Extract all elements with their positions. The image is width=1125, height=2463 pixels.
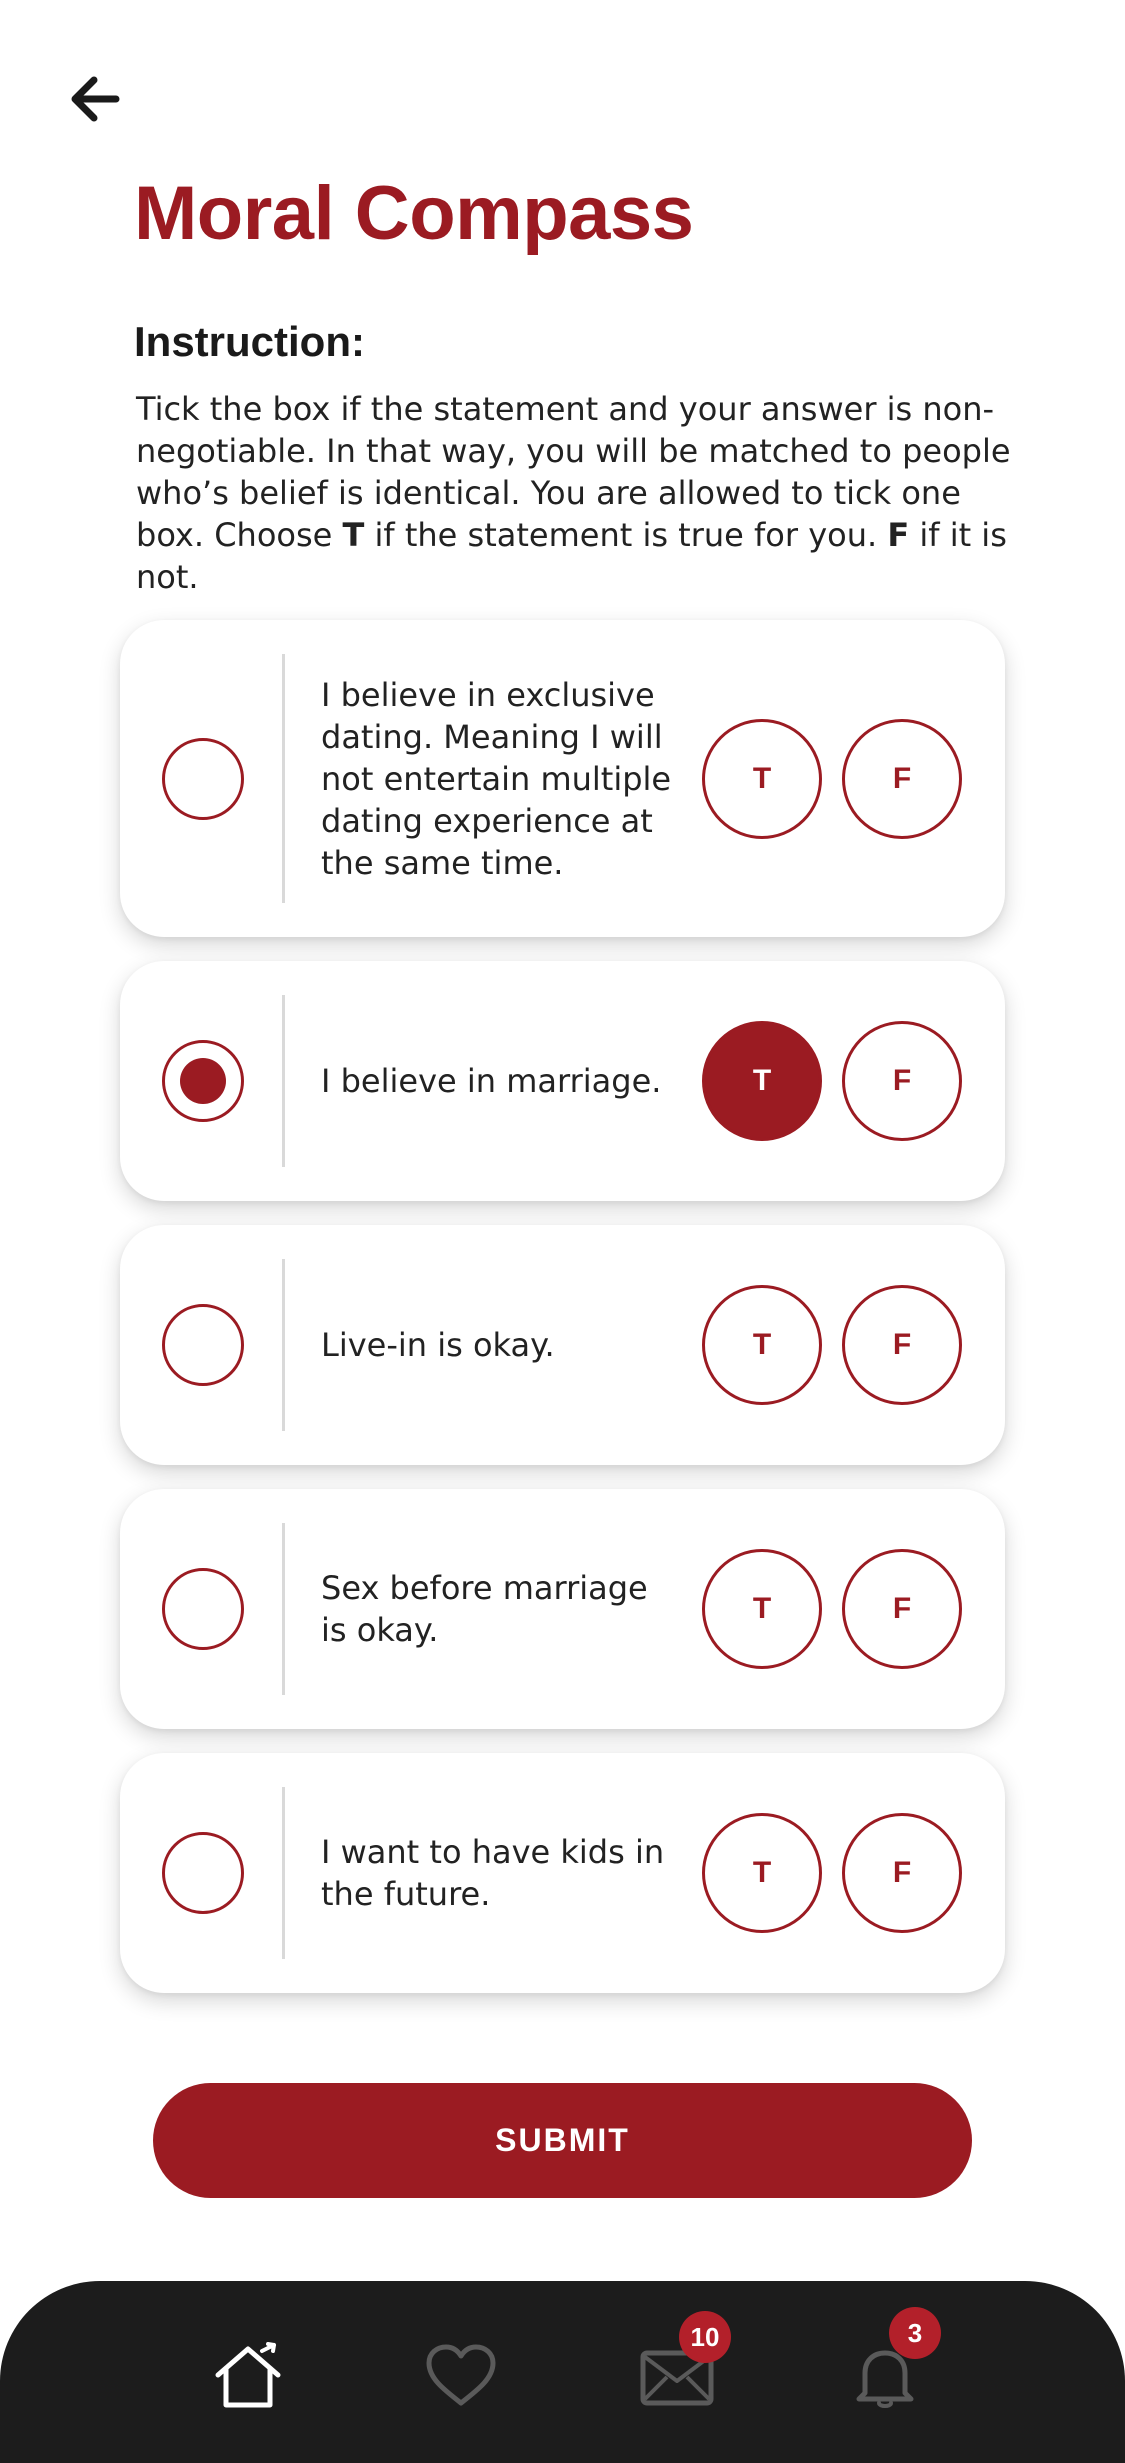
true-button[interactable]: T [702,1021,822,1141]
nav-notifications[interactable]: 3 [847,2307,941,2411]
bottom-nav: 10 3 [0,2281,1125,2463]
statement-text: I believe in exclusive dating. Meaning I… [321,675,672,882]
statement-text: I believe in marriage. [321,1062,662,1100]
statement-card: I believe in marriage. T F [120,961,1005,1201]
tick-radio[interactable] [162,1040,244,1122]
divider [282,654,285,903]
statement-card: I believe in exclusive dating. Meaning I… [120,620,1005,937]
statement-card: Sex before marriage is okay. T F [120,1489,1005,1729]
submit-button[interactable]: SUBMIT [153,2083,972,2198]
false-button[interactable]: F [842,1813,962,1933]
heart-icon [426,2344,496,2406]
tick-radio[interactable] [162,737,244,820]
tick-radio[interactable] [162,1832,244,1914]
tick-radio[interactable] [162,1304,244,1386]
statement-card: I want to have kids in the future. T F [120,1753,1005,1993]
true-button[interactable]: T [702,1813,822,1933]
divider [282,1259,285,1431]
nav-favorites[interactable] [423,2341,499,2411]
statement-text: Sex before marriage is okay. [321,1569,648,1649]
true-button[interactable]: T [702,718,822,839]
messages-badge: 10 [679,2311,731,2363]
home-icon [215,2342,281,2408]
false-button[interactable]: F [842,1549,962,1669]
divider [282,1787,285,1959]
statement-text: Live-in is okay. [321,1326,555,1364]
true-button[interactable]: T [702,1285,822,1405]
divider [282,995,285,1167]
nav-messages[interactable]: 10 [639,2311,731,2411]
true-button[interactable]: T [702,1549,822,1669]
nav-home[interactable] [210,2341,286,2411]
back-button[interactable] [66,72,124,126]
notifications-badge: 3 [889,2307,941,2359]
false-button[interactable]: F [842,1021,962,1141]
page-title: Moral Compass [134,171,694,256]
false-button[interactable]: F [842,718,962,839]
arrow-left-icon [71,76,120,122]
statement-card: Live-in is okay. T F [120,1225,1005,1465]
false-button[interactable]: F [842,1285,962,1405]
divider [282,1523,285,1695]
statement-text: I want to have kids in the future. [321,1833,665,1913]
statement-list: I believe in exclusive dating. Meaning I… [120,620,1005,2017]
tick-radio[interactable] [162,1568,244,1650]
instruction-text: Tick the box if the statement and your a… [136,390,1011,596]
instruction-heading: Instruction: [134,318,365,365]
